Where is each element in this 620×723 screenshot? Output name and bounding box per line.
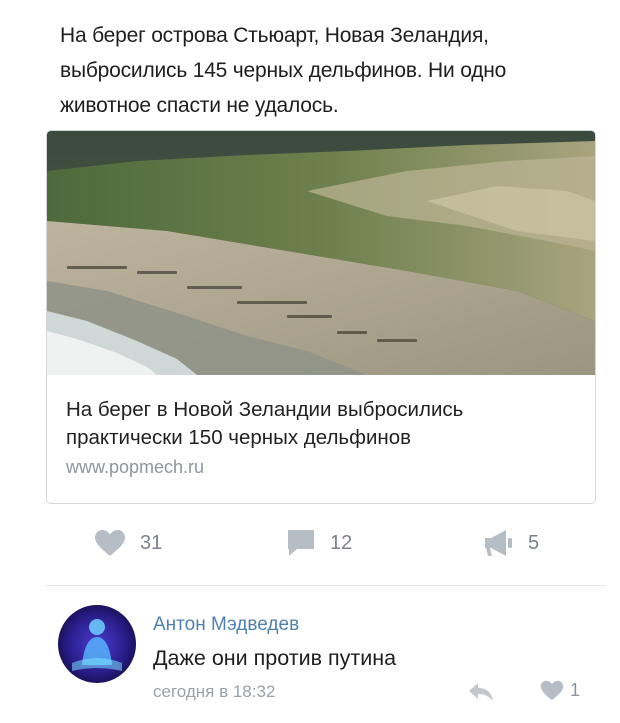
comment-time[interactable]: сегодня в 18:32 xyxy=(153,682,275,702)
megaphone-icon xyxy=(485,530,512,556)
divider xyxy=(46,585,606,586)
comment-count: 12 xyxy=(330,531,353,554)
reply-icon[interactable] xyxy=(468,682,494,702)
heart-icon xyxy=(540,680,564,701)
share-count: 5 xyxy=(528,531,540,554)
link-card-url[interactable]: www.popmech.ru xyxy=(66,457,204,478)
link-card-title[interactable]: На берег в Новой Зеландии выбросились пр… xyxy=(66,396,576,452)
like-count: 31 xyxy=(140,531,163,554)
comment-like-button[interactable]: 1 xyxy=(540,680,580,701)
like-button[interactable]: 31 xyxy=(94,520,162,566)
link-preview-image xyxy=(47,131,595,375)
comment-button[interactable]: 12 xyxy=(286,520,352,566)
post-text: На берег острова Стьюарт, Новая Зеландия… xyxy=(60,24,507,117)
comment-author[interactable]: Антон Мэдведев xyxy=(153,614,299,636)
link-card[interactable]: На берег в Новой Зеландии выбросились пр… xyxy=(46,130,596,504)
avatar-image xyxy=(58,605,136,683)
avatar[interactable] xyxy=(58,605,136,683)
share-button[interactable]: 5 xyxy=(484,520,539,566)
comment-icon xyxy=(288,530,314,556)
heart-icon xyxy=(95,530,125,556)
comment-text: Даже они против путина xyxy=(153,646,397,670)
post-actions-bar: 31 12 5 xyxy=(0,520,620,570)
comment-like-count: 1 xyxy=(570,680,581,700)
